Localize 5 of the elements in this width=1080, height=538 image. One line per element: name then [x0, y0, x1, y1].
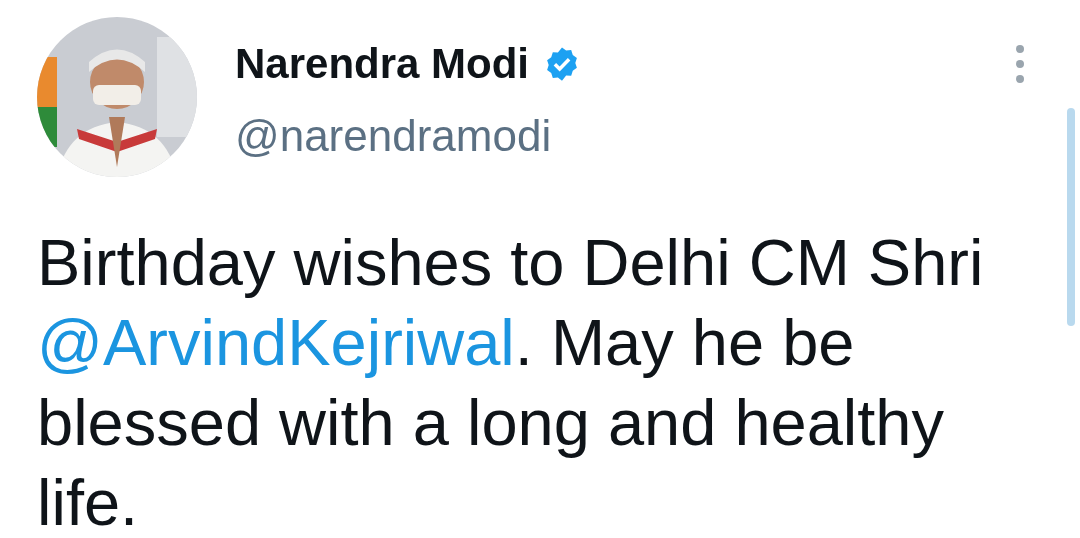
tweet-text: Birthday wishes to Delhi CM Shri @ArvindKejriwal. May he be blessed with a long and healthy life. — [37, 225, 985, 538]
scrollbar-thumb[interactable] — [1067, 108, 1075, 326]
author-name[interactable]: Narendra Modi — [235, 39, 530, 89]
author-handle[interactable]: @narendramodi — [235, 111, 582, 161]
mention-link[interactable]: @ArvindKejriwal — [37, 306, 515, 379]
